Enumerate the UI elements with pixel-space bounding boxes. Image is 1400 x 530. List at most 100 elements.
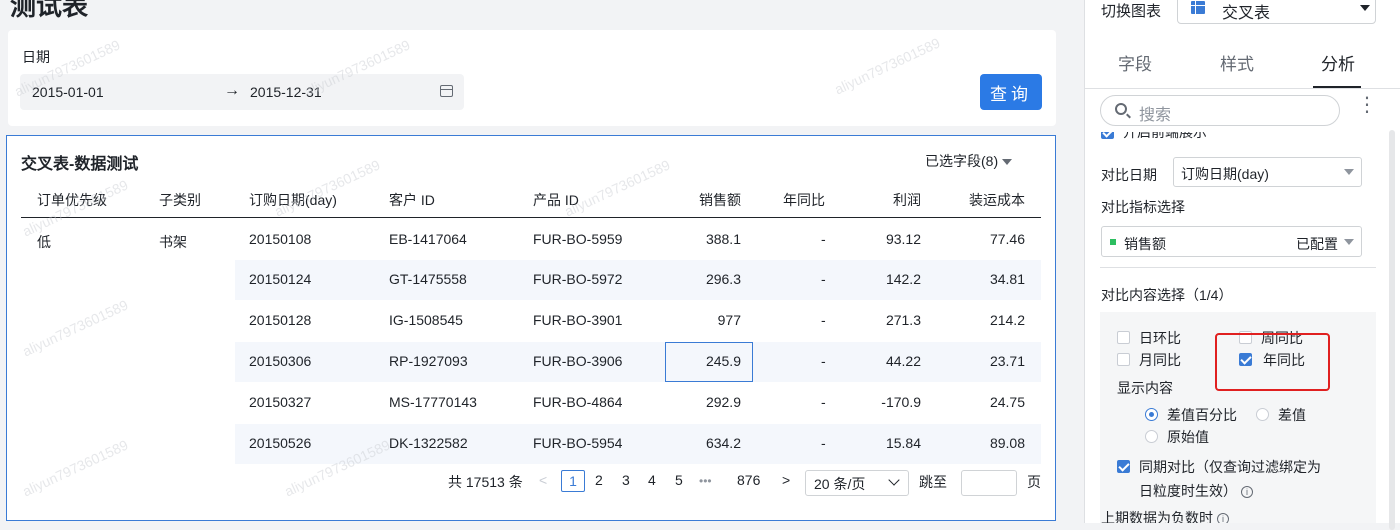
col-header-shipping-cost[interactable]: 装运成本 — [957, 190, 1025, 210]
cell-date[interactable]: 20150128 — [249, 312, 311, 328]
cell-product[interactable]: FUR-BO-5972 — [533, 271, 622, 287]
cell-yoy[interactable]: - — [821, 271, 826, 287]
search-input[interactable]: 搜索 — [1100, 95, 1340, 126]
chart-type-select[interactable]: 交叉表 — [1177, 0, 1376, 24]
table-row[interactable]: 20150306 RP-1927093 FUR-BO-3906 245.9 - … — [235, 342, 1041, 382]
header-divider — [21, 217, 1041, 218]
cell-sales[interactable]: 977 — [671, 312, 741, 328]
cell-profit[interactable]: 15.84 — [851, 435, 921, 451]
cell-profit[interactable]: 142.2 — [851, 271, 921, 287]
cell-date[interactable]: 20150108 — [249, 231, 311, 247]
cell-ship[interactable]: 89.08 — [951, 435, 1025, 451]
col-header-sales[interactable]: 销售额 — [691, 190, 741, 210]
table-row[interactable]: 20150327 MS-17770143 FUR-BO-4864 292.9 -… — [235, 383, 1041, 423]
date-range-picker[interactable]: 2015-01-01 → 2015-12-31 — [20, 74, 464, 110]
info-icon[interactable]: i — [1241, 486, 1253, 499]
table-title: 交叉表-数据测试 — [21, 156, 139, 173]
display-diff-percent-radio[interactable] — [1145, 408, 1158, 421]
cell-yoy[interactable]: - — [821, 394, 826, 410]
metric-select[interactable]: 销售额 已配置 — [1101, 226, 1362, 257]
cell-yoy[interactable]: - — [821, 435, 826, 451]
page-2-button[interactable]: 2 — [595, 472, 603, 488]
info-icon[interactable]: i — [1217, 513, 1229, 523]
page-1-button[interactable]: 1 — [561, 470, 585, 492]
cell-customer[interactable]: MS-17770143 — [389, 394, 477, 410]
col-header-order-date[interactable]: 订购日期(day) — [249, 190, 337, 210]
date-end[interactable]: 2015-12-31 — [250, 84, 322, 100]
cell-date[interactable]: 20150124 — [249, 271, 311, 287]
date-arrow-icon: → — [224, 82, 240, 99]
cell-sales[interactable]: 245.9 — [671, 353, 741, 369]
cell-date[interactable]: 20150526 — [249, 435, 311, 451]
table-row[interactable]: 20150526 DK-1322582 FUR-BO-5954 634.2 - … — [235, 424, 1041, 464]
date-start[interactable]: 2015-01-01 — [32, 84, 104, 100]
cell-product[interactable]: FUR-BO-5959 — [533, 231, 622, 247]
col-header-product-id[interactable]: 产品 ID — [533, 190, 579, 210]
more-icon[interactable]: ⋮ — [1357, 95, 1377, 115]
table-row[interactable]: 20150124 GT-1475558 FUR-BO-5972 296.3 - … — [235, 260, 1041, 300]
page-5-button[interactable]: 5 — [675, 472, 683, 488]
caret-down-icon — [1344, 169, 1354, 175]
compare-date-select[interactable]: 订购日期(day) — [1173, 157, 1362, 187]
cell-yoy[interactable]: - — [821, 312, 826, 328]
cell-customer[interactable]: IG-1508545 — [389, 312, 463, 328]
cell-profit[interactable]: 271.3 — [851, 312, 921, 328]
selected-fields-dropdown[interactable]: 已选字段(8) — [925, 151, 1013, 171]
tab-style[interactable]: 样式 — [1220, 50, 1254, 75]
caret-down-icon — [1344, 239, 1354, 245]
cell-yoy[interactable]: - — [821, 231, 826, 247]
cell-sales[interactable]: 388.1 — [671, 231, 741, 247]
page-size-select[interactable]: 20 条/页 — [805, 470, 909, 496]
table-row[interactable]: 20150128 IG-1508545 FUR-BO-3901 977 - 27… — [235, 301, 1041, 341]
pagination-ellipsis[interactable]: ••• — [699, 474, 712, 488]
table-row[interactable]: 20150108 EB-1417064 FUR-BO-5959 388.1 - … — [235, 220, 1041, 260]
col-header-subcategory[interactable]: 子类别 — [159, 190, 201, 210]
option-monthly-checkbox[interactable] — [1117, 353, 1130, 366]
cell-profit[interactable]: 93.12 — [851, 231, 921, 247]
page-3-button[interactable]: 3 — [622, 472, 630, 488]
cell-product[interactable]: FUR-BO-4864 — [533, 394, 622, 410]
cell-customer[interactable]: DK-1322582 — [389, 435, 468, 451]
cell-date[interactable]: 20150327 — [249, 394, 311, 410]
period-compare-checkbox[interactable] — [1117, 460, 1130, 473]
cell-ship[interactable]: 77.46 — [951, 231, 1025, 247]
jump-page-input[interactable] — [961, 470, 1017, 496]
cell-ship[interactable]: 23.71 — [951, 353, 1025, 369]
cell-sales[interactable]: 296.3 — [671, 271, 741, 287]
cell-customer[interactable]: RP-1927093 — [389, 353, 468, 369]
cell-ship[interactable]: 214.2 — [951, 312, 1025, 328]
query-button[interactable]: 查询 — [980, 74, 1042, 110]
cell-product[interactable]: FUR-BO-3906 — [533, 353, 622, 369]
cell-profit[interactable]: 44.22 — [851, 353, 921, 369]
metric-status: 已配置 — [1296, 236, 1338, 252]
next-page-icon[interactable]: > — [782, 472, 790, 488]
cell-customer[interactable]: GT-1475558 — [389, 271, 467, 287]
cell-sales[interactable]: 292.9 — [671, 394, 741, 410]
col-header-yoy[interactable]: 年同比 — [783, 190, 825, 210]
col-header-priority[interactable]: 订单优先级 — [37, 190, 107, 210]
cell-customer[interactable]: EB-1417064 — [389, 231, 467, 247]
prev-page-icon[interactable]: < — [539, 472, 547, 488]
page-last-button[interactable]: 876 — [737, 472, 760, 488]
cell-ship[interactable]: 24.75 — [951, 394, 1025, 410]
cell-yoy[interactable]: - — [821, 353, 826, 369]
cell-product[interactable]: FUR-BO-3901 — [533, 312, 622, 328]
cell-product[interactable]: FUR-BO-5954 — [533, 435, 622, 451]
calendar-icon[interactable] — [440, 85, 453, 97]
cell-date[interactable]: 20150306 — [249, 353, 311, 369]
page-4-button[interactable]: 4 — [648, 472, 656, 488]
tab-analysis[interactable]: 分析 — [1321, 50, 1355, 75]
display-diff-radio[interactable] — [1256, 408, 1269, 421]
col-header-profit[interactable]: 利润 — [871, 190, 921, 210]
section-divider — [1100, 267, 1376, 268]
tab-fields[interactable]: 字段 — [1118, 50, 1152, 75]
display-raw-radio[interactable] — [1145, 430, 1158, 443]
cell-profit[interactable]: -170.9 — [851, 394, 921, 410]
col-header-customer-id[interactable]: 客户 ID — [389, 190, 435, 210]
option-daily-checkbox[interactable] — [1117, 331, 1130, 344]
frontend-display-checkbox[interactable] — [1101, 132, 1114, 139]
group-subcategory: 书架 — [159, 234, 187, 250]
panel-scrollbar[interactable] — [1389, 130, 1395, 530]
cell-ship[interactable]: 34.81 — [951, 271, 1025, 287]
cell-sales[interactable]: 634.2 — [671, 435, 741, 451]
